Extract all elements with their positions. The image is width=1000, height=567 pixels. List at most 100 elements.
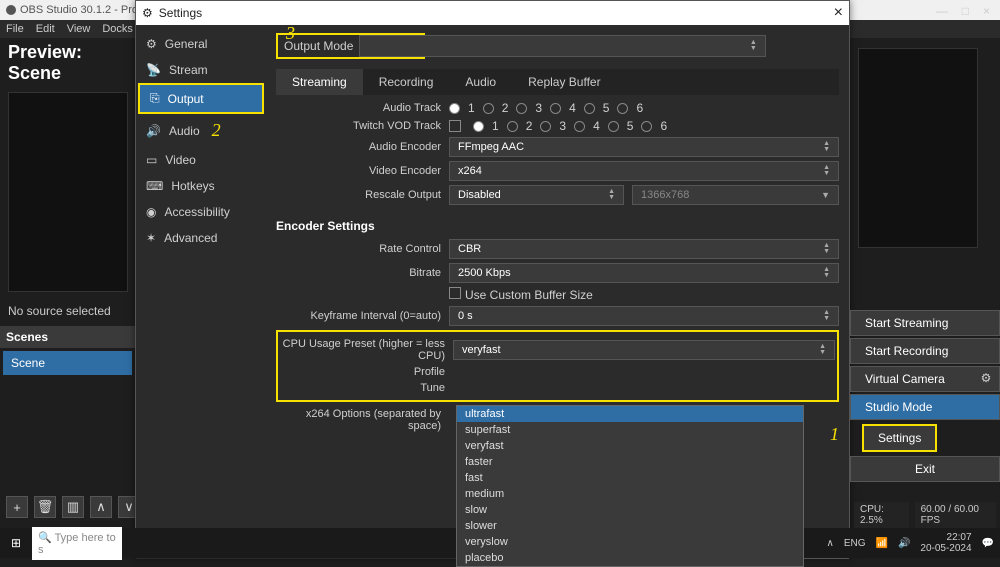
preview-thumbnail — [8, 92, 128, 292]
rescale-select[interactable]: Disabled▲▼ — [449, 185, 624, 205]
preset-superfast[interactable]: superfast — [457, 422, 803, 438]
vod-track-1[interactable] — [473, 121, 484, 132]
sidebar-item-output[interactable]: ⎘Output — [138, 83, 264, 114]
keyboard-icon: ⌨ — [146, 179, 163, 193]
rescale-resolution-select[interactable]: 1366x768▼ — [632, 185, 839, 205]
fps-status: 60.00 / 60.00 FPS — [915, 502, 996, 528]
audio-encoder-label: Audio Encoder — [276, 141, 441, 153]
sidebar-item-video[interactable]: ▭Video — [136, 147, 266, 173]
chevron-updown-icon: ▲▼ — [819, 344, 826, 356]
twitch-vod-radios: 1 2 3 4 5 6 — [449, 119, 667, 133]
audio-track-3[interactable] — [516, 103, 527, 114]
speaker-icon: 🔊 — [146, 124, 161, 138]
menu-docks[interactable]: Docks — [102, 23, 133, 35]
add-scene-button[interactable]: + — [6, 496, 28, 518]
vod-track-2[interactable] — [507, 121, 518, 132]
studio-mode-button[interactable]: Studio Mode — [850, 394, 1000, 420]
cpu-preset-dropdown: ultrafast superfast veryfast faster fast… — [456, 405, 804, 567]
menu-edit[interactable]: Edit — [36, 23, 55, 35]
maximize-button[interactable]: □ — [962, 4, 969, 18]
scene-filter-button[interactable]: ▥ — [62, 496, 84, 518]
tab-audio[interactable]: Audio — [449, 69, 512, 95]
cpu-preset-select[interactable]: veryfast▲▼ — [453, 340, 835, 360]
tray-wifi-icon[interactable]: 📶 — [875, 538, 887, 549]
taskbar-search[interactable]: 🔍 Type here to s — [32, 527, 122, 560]
preset-fast[interactable]: fast — [457, 470, 803, 486]
chevron-down-icon: ▼ — [821, 190, 830, 200]
annotation-1: 1 — [830, 424, 839, 445]
close-button[interactable]: × — [983, 4, 990, 18]
sidebar-item-general[interactable]: ⚙General — [136, 31, 266, 57]
controls-dock: Start Streaming Start Recording Virtual … — [850, 18, 1000, 484]
custom-buffer-checkbox[interactable] — [449, 287, 461, 299]
sidebar-item-hotkeys[interactable]: ⌨Hotkeys — [136, 173, 266, 199]
keyframe-input[interactable]: 0 s▲▼ — [449, 306, 839, 326]
antenna-icon: 📡 — [146, 63, 161, 77]
program-thumbnail — [858, 48, 978, 248]
preset-slow[interactable]: slow — [457, 502, 803, 518]
start-streaming-button[interactable]: Start Streaming — [850, 310, 1000, 336]
menu-file[interactable]: File — [6, 23, 24, 35]
tray-notifications-icon[interactable]: 💬 — [982, 538, 994, 549]
tab-recording[interactable]: Recording — [363, 69, 450, 95]
tray-chevron-icon[interactable]: ∧ — [826, 538, 833, 549]
preset-slower[interactable]: slower — [457, 518, 803, 534]
x264-options-label: x264 Options (separated by space) — [276, 408, 441, 432]
sidebar-item-advanced[interactable]: ✶Advanced — [136, 225, 266, 251]
preset-veryslow[interactable]: veryslow — [457, 534, 803, 550]
settings-sidebar: ⚙General 📡Stream ⎘Output 🔊Audio2 ▭Video … — [136, 25, 266, 559]
gear-icon: ⚙ — [146, 37, 157, 51]
minimize-button[interactable]: — — [936, 4, 948, 18]
sidebar-item-accessibility[interactable]: ◉Accessibility — [136, 199, 266, 225]
bitrate-input[interactable]: 2500 Kbps▲▼ — [449, 263, 839, 283]
start-recording-button[interactable]: Start Recording — [850, 338, 1000, 364]
delete-scene-button[interactable]: 🗑 — [34, 496, 56, 518]
settings-button[interactable]: Settings — [862, 424, 937, 452]
sidebar-item-audio[interactable]: 🔊Audio2 — [136, 114, 266, 147]
audio-encoder-select[interactable]: FFmpeg AAC▲▼ — [449, 137, 839, 157]
scene-up-button[interactable]: ∧ — [90, 496, 112, 518]
audio-track-4[interactable] — [550, 103, 561, 114]
twitch-vod-checkbox[interactable] — [449, 120, 461, 132]
audio-track-6[interactable] — [617, 103, 628, 114]
monitor-icon: ▭ — [146, 153, 157, 167]
start-button[interactable]: ⊞ — [6, 533, 26, 553]
exit-button[interactable]: Exit — [850, 456, 1000, 482]
preset-medium[interactable]: medium — [457, 486, 803, 502]
modal-close-button[interactable]: × — [834, 4, 843, 22]
annotation-3: 3 — [286, 25, 295, 44]
scene-item[interactable]: Scene — [2, 350, 133, 376]
vod-track-3[interactable] — [540, 121, 551, 132]
tab-replay-buffer[interactable]: Replay Buffer — [512, 69, 617, 95]
system-tray: ∧ ENG 📶 🔊 22:07 20-05-2024 💬 — [826, 532, 994, 554]
tune-label: Tune — [280, 382, 445, 394]
video-encoder-select[interactable]: x264▲▼ — [449, 161, 839, 181]
preset-placebo[interactable]: placebo — [457, 550, 803, 566]
audio-track-1[interactable] — [449, 103, 460, 114]
tray-volume-icon[interactable]: 🔊 — [898, 538, 910, 549]
modal-titlebar: ⚙ Settings × — [136, 1, 849, 25]
output-icon: ⎘ — [150, 91, 160, 106]
audio-track-2[interactable] — [483, 103, 494, 114]
tab-streaming[interactable]: Streaming — [276, 69, 363, 95]
menu-view[interactable]: View — [67, 23, 91, 35]
tray-date: 20-05-2024 — [920, 543, 971, 554]
preset-ultrafast[interactable]: ultrafast — [457, 406, 803, 422]
chevron-updown-icon: ▲▼ — [823, 141, 830, 153]
output-mode-select[interactable]: ▲▼ — [359, 35, 766, 57]
annotation-2: 2 — [212, 120, 221, 141]
rescale-label: Rescale Output — [276, 189, 441, 201]
vod-track-6[interactable] — [641, 121, 652, 132]
vod-track-4[interactable] — [574, 121, 585, 132]
vod-track-5[interactable] — [608, 121, 619, 132]
virtual-camera-settings-button[interactable]: ⚙ — [976, 368, 996, 388]
tray-time[interactable]: 22:07 — [920, 532, 971, 543]
rate-control-select[interactable]: CBR▲▼ — [449, 239, 839, 259]
tray-language[interactable]: ENG — [844, 538, 866, 549]
preset-faster[interactable]: faster — [457, 454, 803, 470]
chevron-updown-icon: ▲▼ — [608, 189, 615, 201]
preset-veryfast[interactable]: veryfast — [457, 438, 803, 454]
sidebar-item-stream[interactable]: 📡Stream — [136, 57, 266, 83]
modal-title: Settings — [159, 6, 202, 20]
audio-track-5[interactable] — [584, 103, 595, 114]
